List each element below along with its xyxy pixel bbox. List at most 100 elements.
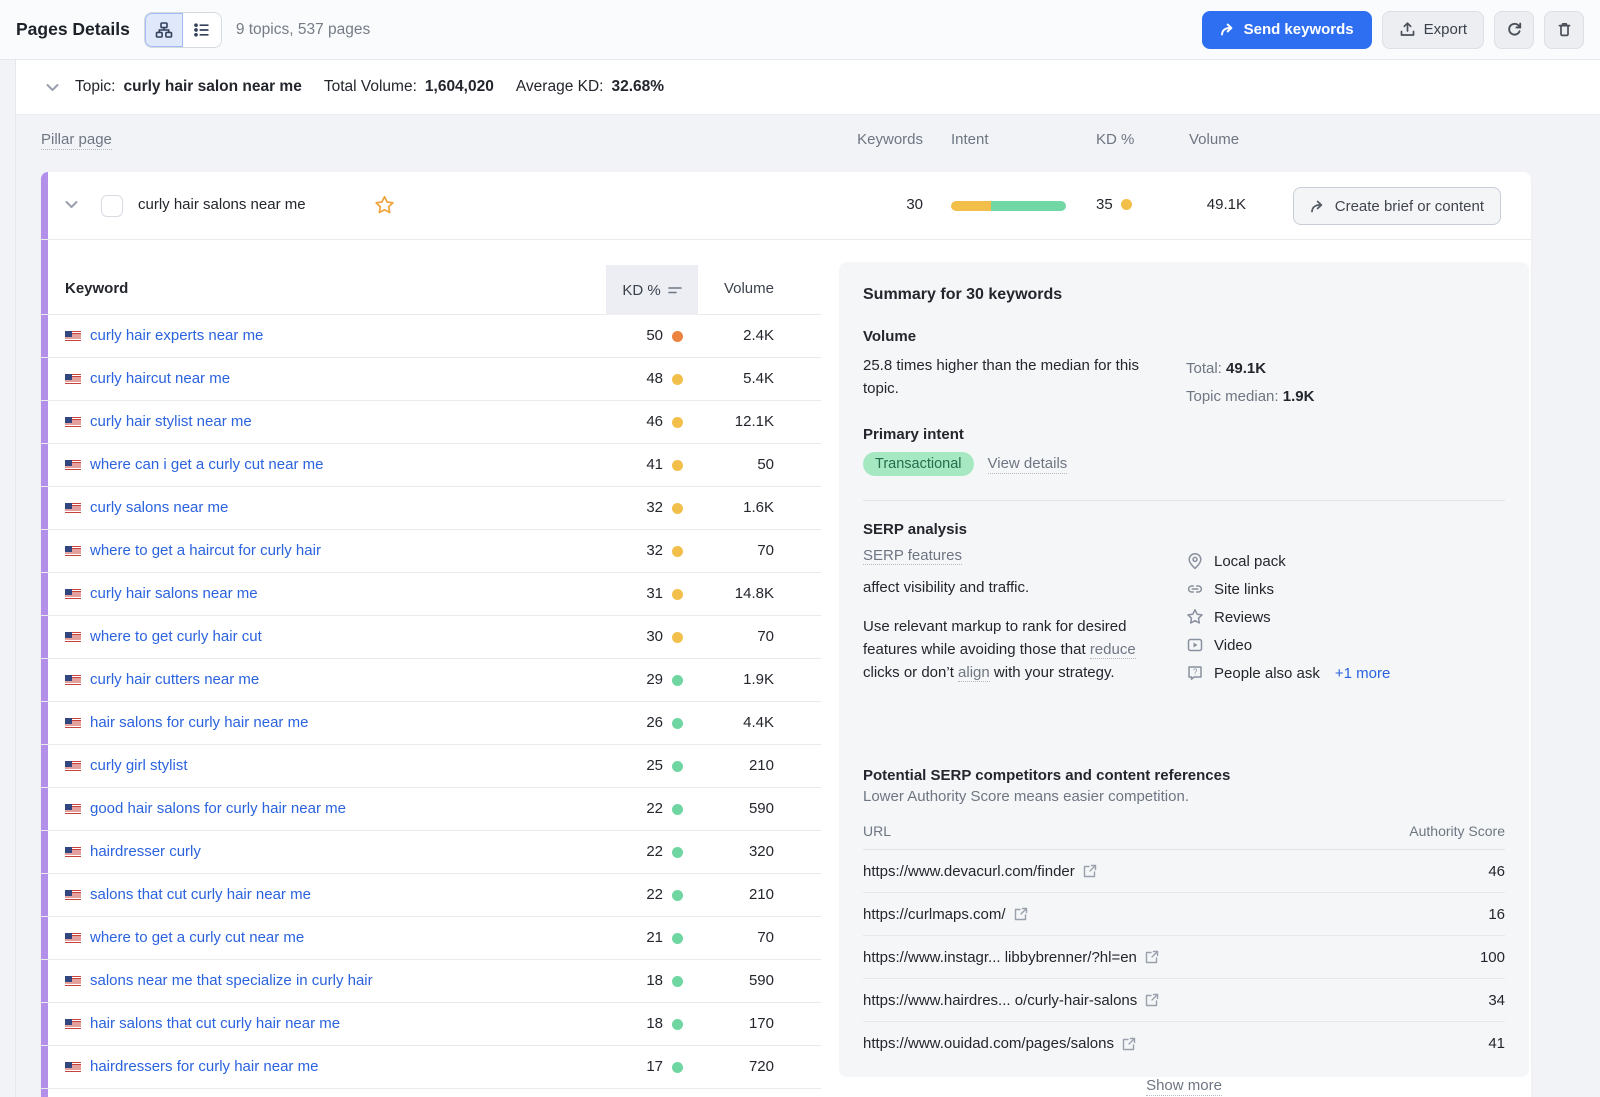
keyword-link[interactable]: curly salons near me bbox=[90, 499, 228, 516]
intent-column-header: Intent bbox=[951, 131, 989, 148]
us-flag-icon bbox=[65, 632, 81, 643]
reduce-link[interactable]: reduce bbox=[1090, 641, 1136, 659]
keyword-link[interactable]: salons near me that specialize in curly … bbox=[90, 972, 373, 989]
kd-difficulty-dot bbox=[672, 890, 683, 901]
keyword-link[interactable]: hairdressers for curly hair near me bbox=[90, 1058, 318, 1075]
keyword-link[interactable]: curly hair experts near me bbox=[90, 327, 263, 344]
main-content: Topic: curly hair salon near me Total Vo… bbox=[15, 60, 1600, 1097]
pillar-page-title[interactable]: curly hair salons near me bbox=[138, 196, 306, 213]
kd-difficulty-dot bbox=[672, 1019, 683, 1030]
keyword-volume: 1.9K bbox=[696, 671, 774, 688]
keyword-kd-value: 22 bbox=[581, 843, 663, 860]
keyword-volume: 1.6K bbox=[696, 499, 774, 516]
competitor-url[interactable]: https://www.ouidad.com/pages/salons bbox=[863, 1035, 1114, 1052]
kd-difficulty-dot bbox=[672, 417, 683, 428]
toolbar-actions: Send keywords Export bbox=[1202, 11, 1584, 49]
us-flag-icon bbox=[65, 1062, 81, 1073]
us-flag-icon bbox=[65, 761, 81, 772]
keyword-kd-value: 41 bbox=[581, 456, 663, 473]
external-link-icon[interactable] bbox=[1122, 1037, 1136, 1051]
keyword-link[interactable]: curly hair cutters near me bbox=[90, 671, 259, 688]
export-button[interactable]: Export bbox=[1382, 11, 1484, 49]
people-also-ask-icon: ? bbox=[1186, 664, 1204, 682]
competitor-url[interactable]: https://curlmaps.com/ bbox=[863, 906, 1006, 923]
kd-header-sort[interactable]: KD % bbox=[606, 265, 698, 315]
pillar-chevron-down-icon[interactable] bbox=[65, 200, 78, 209]
keyword-row: curly hair salons near me 31 14.8K bbox=[41, 573, 821, 616]
us-flag-icon bbox=[65, 976, 81, 987]
keyword-link[interactable]: good hair salons for curly hair near me bbox=[90, 800, 346, 817]
keyword-row: hairdressers for curly hair near me 17 7… bbox=[41, 1046, 821, 1089]
competitor-url[interactable]: https://www.devacurl.com/finder bbox=[863, 863, 1075, 880]
keyword-volume: 70 bbox=[696, 628, 774, 645]
keyword-link[interactable]: curly hair salons near me bbox=[90, 585, 258, 602]
serp-features-link[interactable]: SERP features bbox=[863, 547, 962, 565]
kd-difficulty-dot bbox=[672, 632, 683, 643]
keyword-link[interactable]: curly hair stylist near me bbox=[90, 413, 252, 430]
keyword-table-body: curly hair experts near me 50 2.4K curly… bbox=[41, 315, 821, 1089]
align-link[interactable]: align bbox=[958, 664, 990, 682]
competitor-authority-score: 100 bbox=[1480, 949, 1505, 966]
keyword-header: Keyword bbox=[65, 280, 128, 297]
keyword-volume: 720 bbox=[696, 1058, 774, 1075]
view-details-link[interactable]: View details bbox=[988, 455, 1068, 474]
keyword-link[interactable]: salons that cut curly hair near me bbox=[90, 886, 311, 903]
keyword-link[interactable]: where to get curly hair cut bbox=[90, 628, 262, 645]
us-flag-icon bbox=[65, 589, 81, 600]
competitor-authority-score: 16 bbox=[1488, 906, 1505, 923]
intent-badge: Transactional bbox=[863, 452, 974, 476]
pillar-page-column-header[interactable]: Pillar page bbox=[41, 131, 112, 150]
kd-difficulty-dot bbox=[672, 804, 683, 815]
competitor-row: https://curlmaps.com/ 16 bbox=[863, 893, 1505, 936]
pillar-checkbox[interactable] bbox=[101, 195, 123, 217]
refresh-button[interactable] bbox=[1494, 11, 1534, 49]
keyword-link[interactable]: hair salons that cut curly hair near me bbox=[90, 1015, 340, 1032]
refresh-icon bbox=[1506, 21, 1523, 38]
us-flag-icon bbox=[65, 847, 81, 858]
external-link-icon[interactable] bbox=[1083, 864, 1097, 878]
keyword-table-header: Keyword KD % Volume bbox=[41, 265, 821, 315]
keyword-link[interactable]: curly girl stylist bbox=[90, 757, 188, 774]
total-value: 49.1K bbox=[1226, 360, 1266, 377]
list-view-toggle[interactable] bbox=[183, 13, 221, 47]
delete-button[interactable] bbox=[1544, 11, 1584, 49]
keyword-volume: 70 bbox=[696, 542, 774, 559]
show-more-link[interactable]: Show more bbox=[1146, 1077, 1222, 1096]
send-keywords-button[interactable]: Send keywords bbox=[1202, 11, 1372, 49]
keyword-link[interactable]: where can i get a curly cut near me bbox=[90, 456, 323, 473]
keyword-link[interactable]: where to get a haircut for curly hair bbox=[90, 542, 321, 559]
feature-video: Video bbox=[1186, 631, 1390, 659]
more-features-link[interactable]: +1 more bbox=[1335, 665, 1390, 682]
keyword-volume: 170 bbox=[696, 1015, 774, 1032]
keyword-kd-value: 46 bbox=[581, 413, 663, 430]
list-icon bbox=[193, 21, 211, 39]
keyword-link[interactable]: hairdresser curly bbox=[90, 843, 201, 860]
keyword-volume: 50 bbox=[696, 456, 774, 473]
keyword-kd-value: 32 bbox=[581, 499, 663, 516]
external-link-icon[interactable] bbox=[1145, 993, 1159, 1007]
serp-feature-list: Local pack Site links bbox=[1186, 547, 1390, 687]
keyword-link[interactable]: curly haircut near me bbox=[90, 370, 230, 387]
keyword-link[interactable]: where to get a curly cut near me bbox=[90, 929, 304, 946]
chevron-down-icon[interactable] bbox=[46, 83, 59, 92]
keyword-volume: 12.1K bbox=[696, 413, 774, 430]
us-flag-icon bbox=[65, 718, 81, 729]
external-link-icon[interactable] bbox=[1014, 907, 1028, 921]
divider bbox=[863, 500, 1505, 501]
competitor-url[interactable]: https://www.hairdres... o/curly-hair-sal… bbox=[863, 992, 1137, 1009]
external-link-icon[interactable] bbox=[1145, 950, 1159, 964]
keyword-row: curly hair stylist near me 46 12.1K bbox=[41, 401, 821, 444]
intent-distribution-bar bbox=[951, 201, 1066, 211]
create-brief-button[interactable]: Create brief or content bbox=[1293, 187, 1501, 225]
keyword-kd-value: 30 bbox=[581, 628, 663, 645]
tree-view-toggle[interactable] bbox=[145, 13, 183, 47]
keyword-link[interactable]: hair salons for curly hair near me bbox=[90, 714, 308, 731]
keyword-row: where to get a haircut for curly hair 32… bbox=[41, 530, 821, 573]
keyword-row: curly hair experts near me 50 2.4K bbox=[41, 315, 821, 358]
kd-difficulty-dot bbox=[672, 933, 683, 944]
keyword-row: curly haircut near me 48 5.4K bbox=[41, 358, 821, 401]
create-arrow-icon bbox=[1310, 199, 1326, 214]
volume-heading: Volume bbox=[863, 328, 1505, 345]
star-icon[interactable] bbox=[374, 195, 395, 215]
competitor-url[interactable]: https://www.instagr... libbybrenner/?hl=… bbox=[863, 949, 1137, 966]
